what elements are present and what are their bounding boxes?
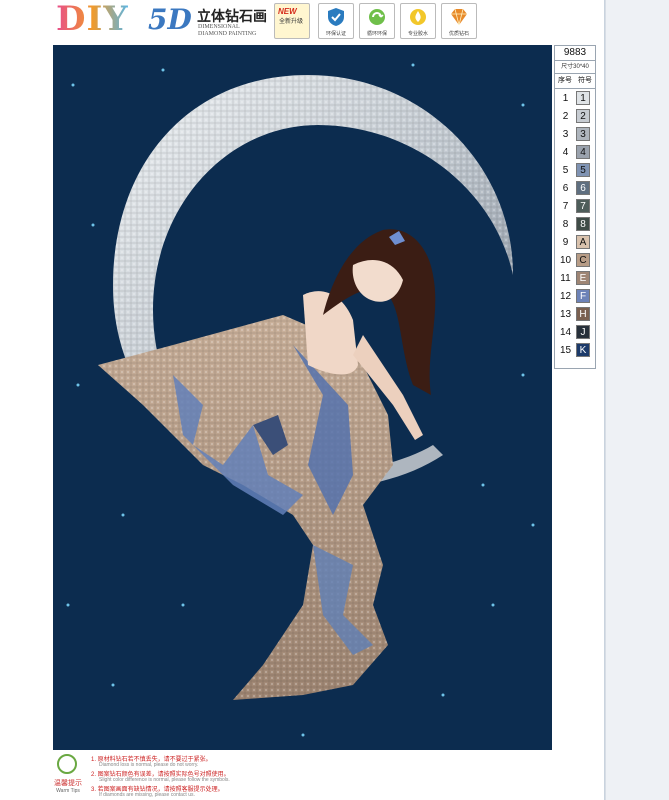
legend-row-number: 9 <box>562 236 569 248</box>
diamond-icon <box>451 8 467 26</box>
legend-col-symbol: 符号 <box>578 77 592 84</box>
shield-badge: 环保认证 <box>318 3 354 39</box>
legend-row-number: 11 <box>560 272 571 284</box>
legend-row: 11 <box>555 89 595 107</box>
legend-row: 66 <box>555 179 595 197</box>
legend-row-symbol: 6 <box>576 181 590 195</box>
legend-row-symbol: 8 <box>576 217 590 231</box>
legend-row: 12 F <box>555 287 595 305</box>
legend-row-symbol: 4 <box>576 145 590 159</box>
legend-row-symbol: E <box>576 271 590 285</box>
legend-row-symbol: C <box>576 253 590 267</box>
shield-icon <box>328 8 344 26</box>
legend-row: 88 <box>555 215 595 233</box>
legend-row: 10 C <box>555 251 595 269</box>
legend-row: 15 K <box>555 341 595 359</box>
legend-size: 尺寸30*40 <box>555 61 595 74</box>
legend-row: 9A <box>555 233 595 251</box>
color-legend: 9883 尺寸30*40 序号 符号 1 1 2 2 3 3 4 4 5 5 6 6 7 7 8 8 9 A 10 C… <box>554 45 596 369</box>
legend-row-number: 8 <box>562 218 569 230</box>
legend-row: 77 <box>555 197 595 215</box>
brand-title: 立体钻石画 <box>197 9 267 25</box>
legend-row: 14 J <box>555 323 595 341</box>
legend-row-symbol: J <box>576 325 590 339</box>
legend-row-symbol: K <box>576 343 590 357</box>
logo-5d: 5D <box>148 3 192 36</box>
legend-header: 序号 符号 <box>555 74 595 89</box>
new-badge: NEW 全新升级 <box>274 3 310 39</box>
legend-row: 13 H <box>555 305 595 323</box>
header: DIY 5D 立体钻石画 DIMENSIONAL DIAMOND PAINTIN… <box>0 0 604 44</box>
legend-row-number: 2 <box>562 110 569 122</box>
legend-row: 44 <box>555 143 595 161</box>
logo-diy: DIY <box>56 0 129 39</box>
legend-row: 33 <box>555 125 595 143</box>
legend-row-number: 10 <box>559 254 572 266</box>
legend-row-symbol: F <box>576 289 590 303</box>
legend-row-symbol: A <box>576 235 590 249</box>
legend-row-symbol: 7 <box>576 199 590 213</box>
legend-col-index: 序号 <box>558 77 572 84</box>
fairy-moon-artwork <box>66 63 535 737</box>
legend-row-symbol: 3 <box>576 127 590 141</box>
legend-rows: 1 1 2 2 3 3 4 4 5 5 6 6 7 7 8 8 9 A 10 C 11 E 12 F 13 H 14 J 15 K <box>555 89 595 359</box>
recycle-badge: 循环环保 <box>359 3 395 39</box>
legend-row-symbol: H <box>576 307 590 321</box>
tips-logo-caption: 温馨提示 <box>54 780 82 787</box>
diamond-painting-canvas <box>53 45 552 750</box>
legend-row-number: 15 <box>559 344 572 356</box>
legend-row-number: 1 <box>562 92 569 104</box>
legend-row-number: 14 <box>559 326 572 338</box>
drop-badge: 专业胶水 <box>400 3 436 39</box>
diamond-badge-caption: 优质钻石 <box>448 31 469 37</box>
drop-icon <box>410 9 426 25</box>
new-badge-text: NEW <box>278 7 297 16</box>
diamond-badge: 优质钻石 <box>441 3 477 39</box>
legend-pattern-code: 9883 <box>555 46 595 61</box>
recycle-badge-caption: 循环环保 <box>366 31 387 37</box>
legend-row-number: 4 <box>562 146 569 158</box>
legend-row-symbol: 1 <box>576 91 590 105</box>
legend-row-number: 5 <box>562 164 569 176</box>
legend-row: 22 <box>555 107 595 125</box>
tip-3-en: If diamonds are missing, please contact … <box>99 792 195 798</box>
legend-row-number: 12 <box>559 290 572 302</box>
legend-row-number: 13 <box>559 308 572 320</box>
right-scroll-gutter <box>605 0 669 800</box>
legend-row-number: 7 <box>562 200 569 212</box>
drop-badge-caption: 专业胶水 <box>407 31 428 37</box>
brand-subtitle: DIMENSIONAL DIAMOND PAINTING <box>198 24 257 37</box>
recycle-icon <box>369 9 385 25</box>
legend-row-symbol: 5 <box>576 163 590 177</box>
legend-row: 11 E <box>555 269 595 287</box>
tips-logo-subcaption: Warm Tips <box>56 788 80 794</box>
legend-row-symbol: 2 <box>576 109 590 123</box>
footer-tips: 温馨提示 Warm Tips 1. 原材料钻石若不慎丢失，请不要过于紧张。 Di… <box>53 750 552 800</box>
legend-row: 55 <box>555 161 595 179</box>
legend-row-number: 3 <box>562 128 569 140</box>
shield-badge-caption: 环保认证 <box>325 31 346 37</box>
tips-logo-icon <box>57 754 77 774</box>
tip-2-en: Slight color difference is normal, pleas… <box>99 777 230 783</box>
new-badge-sub: 全新升级 <box>279 19 304 25</box>
tip-1-en: Diamond loss is normal, please do not wo… <box>99 762 199 768</box>
legend-row-number: 6 <box>562 182 569 194</box>
